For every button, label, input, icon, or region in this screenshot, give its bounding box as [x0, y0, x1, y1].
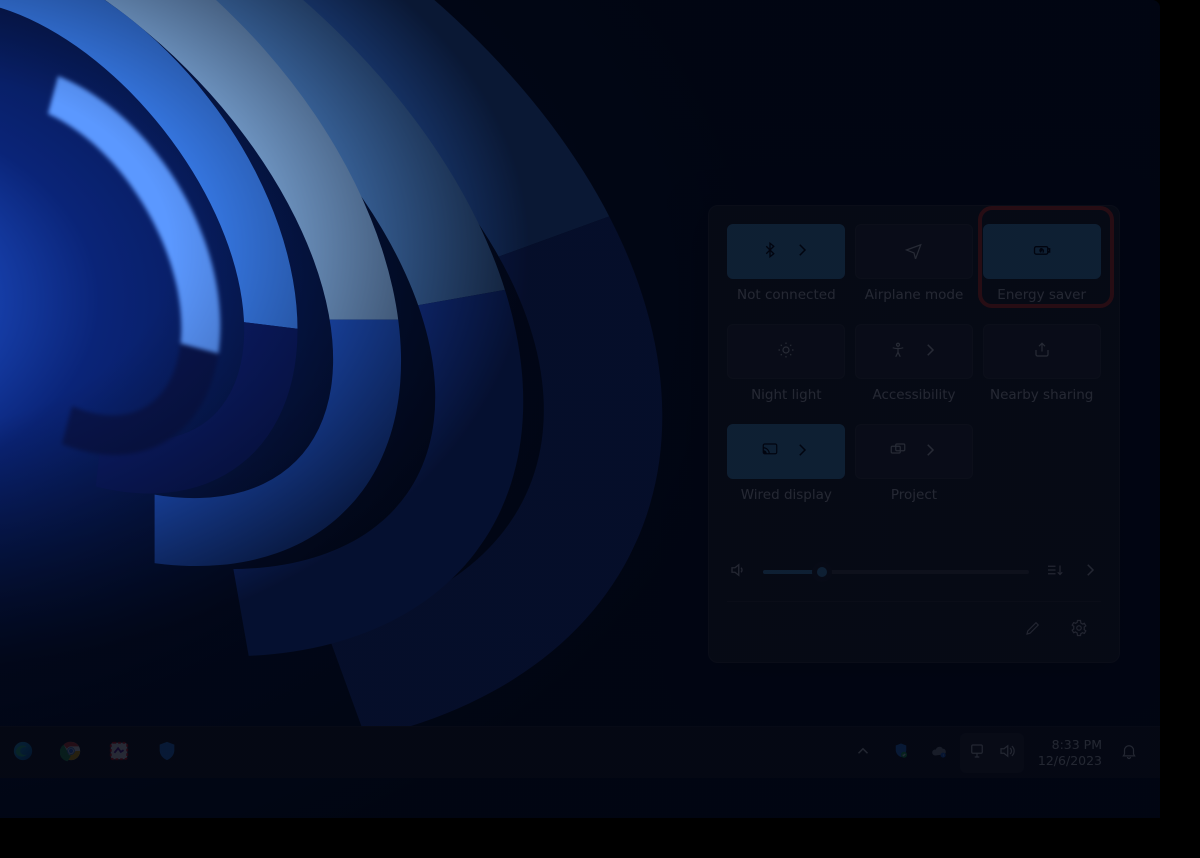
- accessibility-tile[interactable]: [855, 324, 973, 379]
- volume-slider[interactable]: [763, 562, 1029, 582]
- system-tray-status-area[interactable]: [960, 733, 1024, 773]
- edge-icon: [12, 740, 34, 766]
- project-icon: [889, 441, 907, 463]
- edit-quick-settings-button[interactable]: [1015, 612, 1051, 648]
- taskbar-date: 12/6/2023: [1038, 753, 1102, 769]
- wallpaper-shape: [0, 0, 825, 818]
- shield-icon: [156, 740, 178, 766]
- gear-icon: [1070, 619, 1088, 641]
- bluetooth-tile[interactable]: [727, 224, 845, 279]
- bell-icon: [1120, 742, 1138, 764]
- bluetooth-icon: [761, 241, 779, 263]
- nearby-sharing-tile-label: Nearby sharing: [990, 387, 1093, 403]
- project-tile[interactable]: [855, 424, 973, 479]
- taskbar-app-snipping-tool[interactable]: [98, 732, 140, 774]
- evaluation-watermark: Evaluation copy. Build 26002.rs_prerelea…: [764, 740, 1150, 756]
- tray-overflow-button[interactable]: [846, 733, 880, 773]
- energy-saver-icon: [1032, 240, 1052, 264]
- airplane-mode-tile[interactable]: [855, 224, 973, 279]
- energy-saver-tile-label: Energy saver: [997, 287, 1086, 303]
- accessibility-tile-label: Accessibility: [872, 387, 955, 403]
- taskbar-clock[interactable]: 8:33 PM 12/6/2023: [1038, 737, 1102, 768]
- share-icon: [1033, 341, 1051, 363]
- chevron-right-icon[interactable]: [921, 441, 939, 463]
- project-tile-label: Project: [891, 487, 937, 503]
- night-light-icon: [777, 341, 795, 363]
- network-icon: [968, 742, 986, 764]
- taskbar-time: 8:33 PM: [1038, 737, 1102, 753]
- taskbar: i 8:33 PM 12/6/2023: [0, 726, 1160, 778]
- volume-low-icon[interactable]: [727, 561, 749, 583]
- airplane-icon: [905, 241, 923, 263]
- wallpaper-shape: [0, 0, 536, 701]
- nearby-sharing-tile[interactable]: [983, 324, 1101, 379]
- energy-saver-tile[interactable]: [983, 224, 1101, 279]
- taskbar-app-chrome[interactable]: [50, 732, 92, 774]
- taskbar-app-windows-security[interactable]: [146, 732, 188, 774]
- cloud-icon: i: [930, 742, 948, 764]
- cast-tile-label: Wired display: [741, 487, 832, 503]
- open-settings-button[interactable]: [1061, 612, 1097, 648]
- airplane-mode-tile-label: Airplane mode: [865, 287, 964, 303]
- chevron-right-icon[interactable]: [1079, 561, 1101, 583]
- chrome-icon: [60, 740, 82, 766]
- desktop-wallpaper[interactable]: Evaluation copy. Build 26002.rs_prerelea…: [0, 0, 1160, 818]
- cast-icon: [761, 441, 779, 463]
- wallpaper-shape: [0, 8, 286, 512]
- shield-check-icon: [892, 742, 910, 764]
- night-light-tile[interactable]: [727, 324, 845, 379]
- svg-text:i: i: [943, 753, 944, 757]
- chevron-right-icon[interactable]: [793, 441, 811, 463]
- chevron-up-icon: [854, 742, 872, 764]
- tray-windows-security[interactable]: [884, 733, 918, 773]
- volume-icon: [998, 742, 1016, 764]
- chevron-right-icon[interactable]: [921, 341, 939, 363]
- pencil-icon: [1024, 619, 1042, 641]
- snipping-tool-icon: [108, 740, 130, 766]
- cast-tile[interactable]: [727, 424, 845, 479]
- tray-onedrive[interactable]: i: [922, 733, 956, 773]
- night-light-tile-label: Night light: [751, 387, 821, 403]
- bluetooth-tile-label: Not connected: [737, 287, 836, 303]
- quick-settings-panel: Not connected Airplane mode: [708, 205, 1120, 663]
- wallpaper-shape: [0, 0, 398, 587]
- annotation-highlight: [978, 206, 1114, 308]
- notifications-button[interactable]: [1112, 733, 1146, 773]
- taskbar-app-edge[interactable]: [2, 732, 44, 774]
- audio-output-icon[interactable]: [1043, 561, 1065, 583]
- accessibility-icon: [889, 341, 907, 363]
- chevron-right-icon[interactable]: [793, 241, 811, 263]
- wallpaper-shape: [0, 0, 681, 818]
